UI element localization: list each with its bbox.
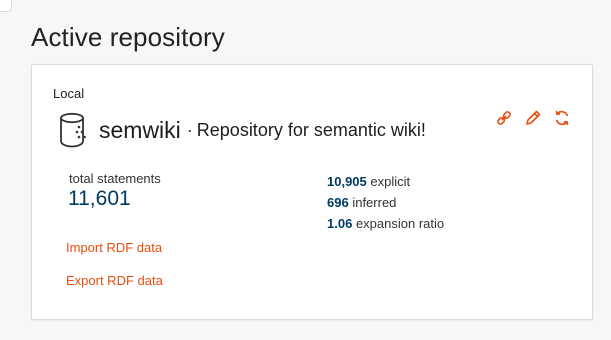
repository-location: Local: [53, 86, 85, 101]
import-rdf-link[interactable]: Import RDF data: [66, 240, 162, 255]
explicit-label: explicit: [370, 174, 411, 189]
repository-header: semwiki · Repository for semantic wiki!: [58, 111, 426, 149]
link-icon: [495, 109, 513, 132]
database-icon: [58, 111, 90, 149]
repository-actions: [494, 110, 581, 130]
title-separator: ·: [186, 119, 193, 140]
edit-repository-button[interactable]: [523, 110, 543, 130]
repository-name[interactable]: semwiki: [99, 117, 181, 144]
adjacent-card-edge: [0, 0, 12, 12]
active-repository-card: Local semwiki · Repository for semantic …: [31, 64, 593, 320]
copy-link-button[interactable]: [494, 110, 514, 130]
explicit-stat: 10,905 explicit: [327, 171, 444, 192]
total-statements-label: total statements: [69, 171, 161, 186]
expansion-value: 1.06: [327, 216, 353, 231]
pencil-icon: [524, 109, 542, 132]
expansion-label: expansion ratio: [355, 216, 445, 231]
restart-repository-button[interactable]: [552, 110, 572, 130]
refresh-icon: [553, 109, 571, 132]
export-rdf-link[interactable]: Export RDF data: [66, 273, 163, 288]
repository-description: Repository for semantic wiki!: [196, 119, 426, 140]
inferred-label: inferred: [352, 195, 397, 210]
page: Active repository Local semwiki · Reposi…: [0, 0, 611, 340]
expansion-stat: 1.06 expansion ratio: [327, 213, 444, 234]
inferred-value: 696: [327, 195, 349, 210]
total-statements-value: 11,601: [68, 187, 131, 210]
explicit-value: 10,905: [327, 174, 367, 189]
inferred-stat: 696 inferred: [327, 192, 444, 213]
page-title: Active repository: [31, 22, 225, 52]
statement-breakdown: 10,905 explicit 696 inferred 1.06 expans…: [327, 171, 444, 234]
